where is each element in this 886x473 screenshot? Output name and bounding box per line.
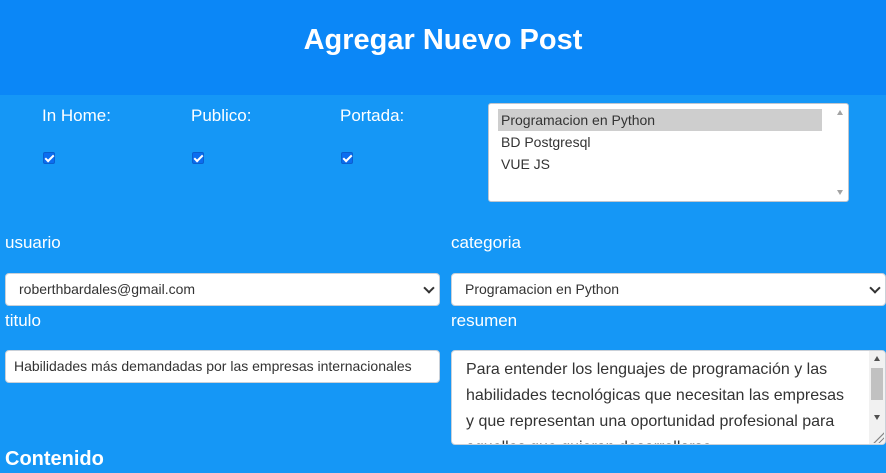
- publico-label: Publico:: [191, 106, 252, 125]
- page-title: Agregar Nuevo Post: [303, 24, 583, 56]
- portada-field: Portada:: [340, 106, 470, 164]
- listbox-option-python[interactable]: Programacion en Python: [498, 109, 822, 131]
- resumen-label: resumen: [451, 311, 518, 330]
- in-home-checkbox[interactable]: [43, 152, 55, 164]
- portada-label: Portada:: [340, 106, 405, 125]
- tags-listbox[interactable]: Programacion en Python BD Postgresql VUE…: [488, 103, 849, 202]
- contenido-heading: Contenido: [5, 448, 104, 470]
- publico-checkbox[interactable]: [192, 152, 204, 164]
- usuario-select-value: roberthbardales@gmail.com: [19, 281, 196, 297]
- scroll-up-icon[interactable]: [837, 110, 843, 115]
- listbox-scrollbar[interactable]: [832, 104, 848, 201]
- listbox-option-postgresql[interactable]: BD Postgresql: [498, 131, 822, 153]
- titulo-label: titulo: [5, 311, 41, 330]
- page-header: Agregar Nuevo Post: [0, 0, 886, 95]
- scrollbar-thumb[interactable]: [871, 368, 883, 400]
- resumen-textarea[interactable]: Para entender los lenguajes de programac…: [451, 350, 886, 445]
- usuario-select[interactable]: roberthbardales@gmail.com: [5, 273, 440, 306]
- in-home-label: In Home:: [42, 106, 111, 125]
- chevron-down-icon: [869, 282, 881, 294]
- scroll-down-icon[interactable]: [874, 415, 880, 420]
- publico-field: Publico:: [191, 106, 321, 164]
- categoria-label: categoria: [451, 233, 521, 252]
- scroll-down-icon[interactable]: [837, 190, 843, 195]
- resumen-text: Para entender los lenguajes de programac…: [466, 361, 845, 444]
- scroll-up-icon[interactable]: [874, 356, 880, 361]
- categoria-select[interactable]: Programacion en Python: [451, 273, 886, 306]
- in-home-field: In Home:: [42, 106, 172, 164]
- usuario-label: usuario: [5, 233, 61, 252]
- resize-handle-icon[interactable]: [872, 431, 884, 443]
- portada-checkbox[interactable]: [341, 152, 353, 164]
- listbox-option-vuejs[interactable]: VUE JS: [498, 153, 822, 175]
- categoria-select-value: Programacion en Python: [465, 281, 620, 297]
- chevron-down-icon: [423, 282, 435, 294]
- titulo-input[interactable]: Habilidades más demandadas por las empre…: [5, 350, 440, 383]
